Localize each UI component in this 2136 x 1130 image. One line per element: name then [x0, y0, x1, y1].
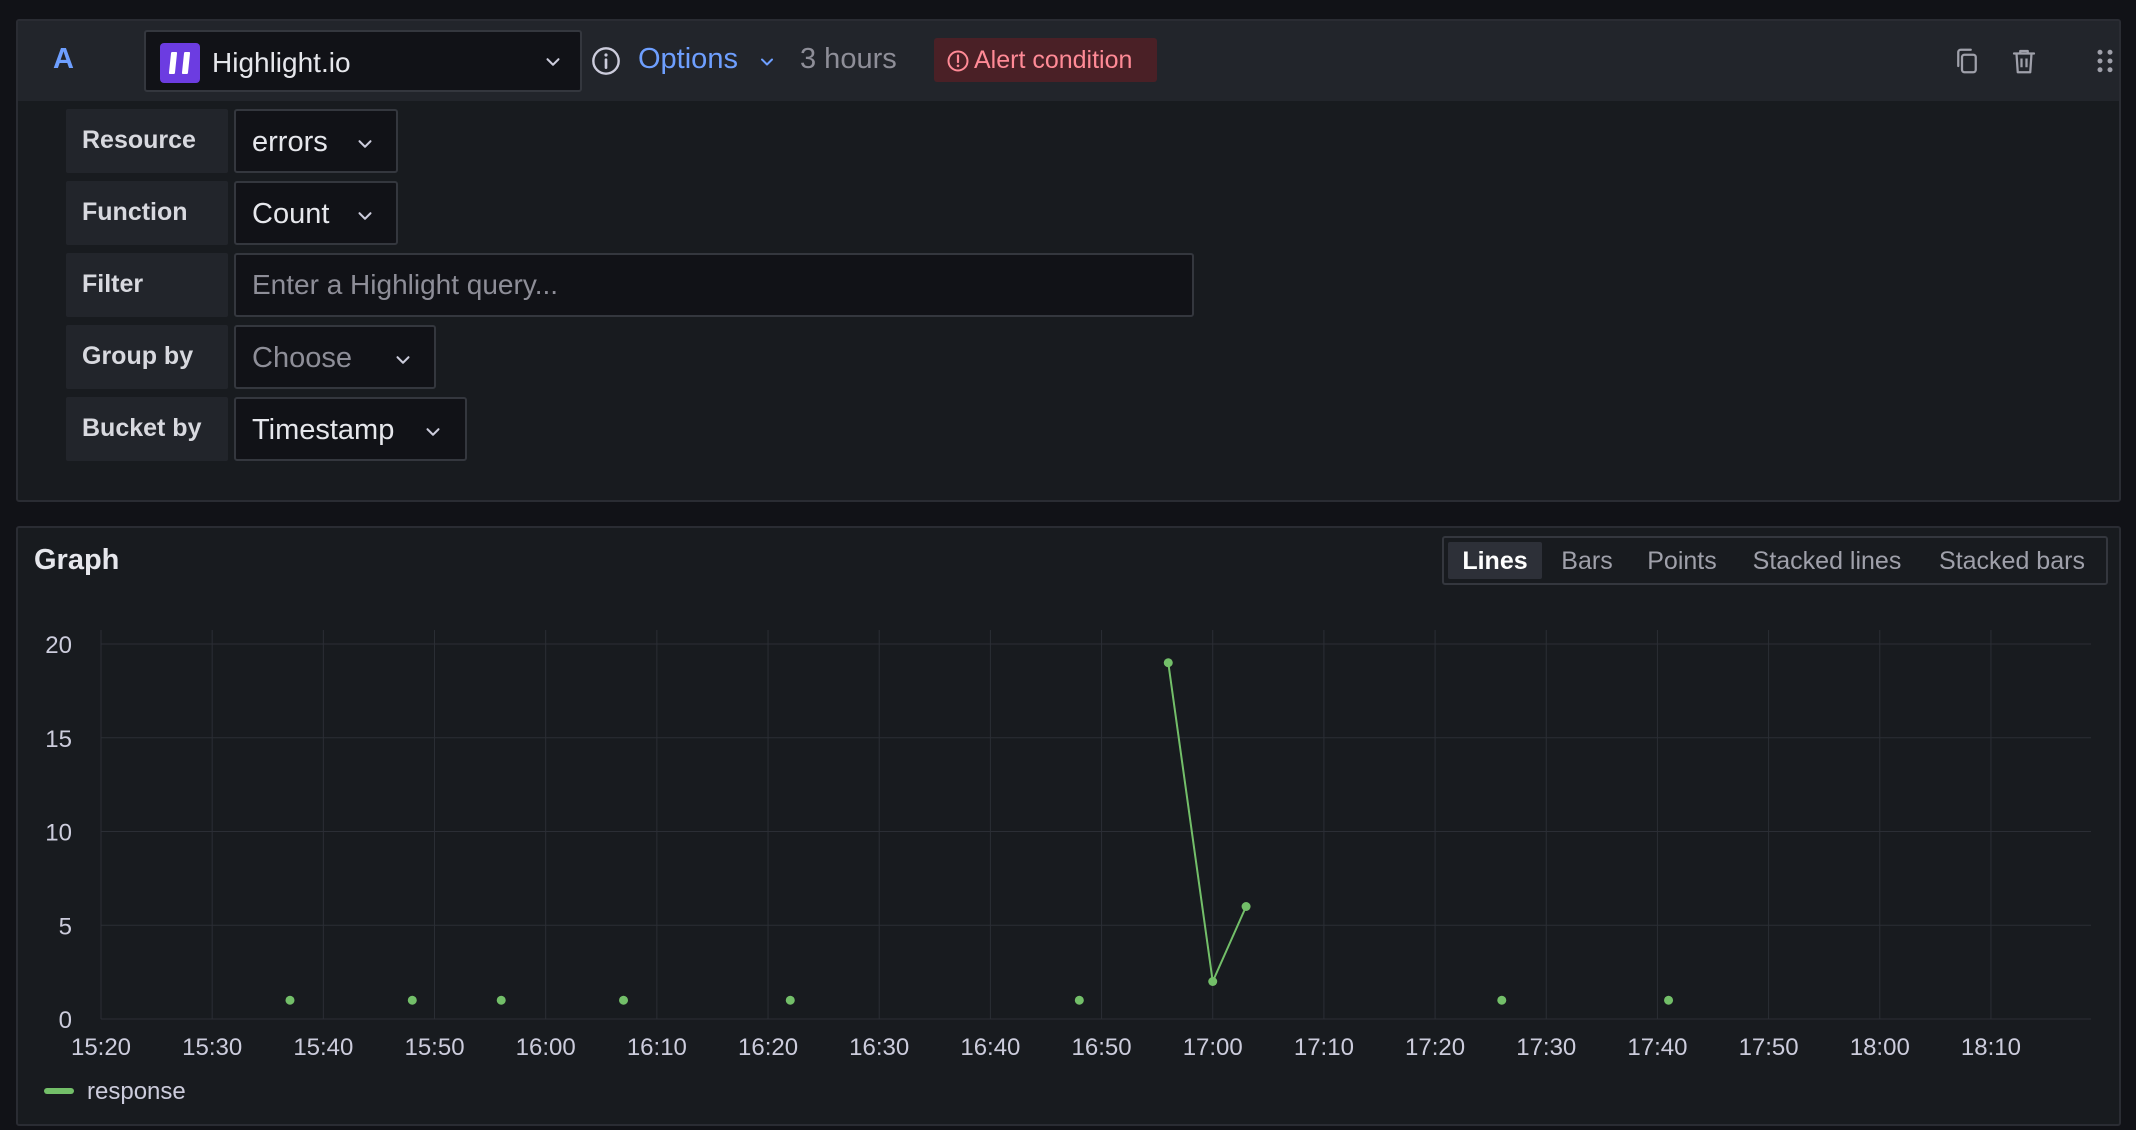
x-tick-label: 16:50 [1072, 1034, 1132, 1061]
y-tick-label: 5 [59, 913, 72, 940]
group-by-select[interactable]: Choose [234, 325, 436, 389]
viz-points-button[interactable]: Points [1632, 542, 1732, 579]
x-tick-label: 17:00 [1183, 1034, 1243, 1061]
options-toggle[interactable]: Options [638, 43, 738, 76]
group-by-placeholder: Choose [252, 342, 352, 374]
x-tick-label: 18:10 [1961, 1034, 2021, 1061]
info-icon[interactable] [590, 45, 622, 77]
bucket-by-label: Bucket by [66, 397, 228, 461]
datasource-name: Highlight.io [212, 47, 351, 78]
alert-condition-label: Alert condition [974, 46, 1133, 74]
query-editor-panel: A Highlight.io Options 3 hours Alert con… [16, 19, 2121, 502]
y-tick-label: 15 [45, 726, 72, 753]
y-tick-label: 0 [59, 1007, 72, 1034]
alert-condition-badge[interactable]: Alert condition [934, 38, 1157, 82]
resource-value: errors [252, 126, 328, 158]
graph-panel: 15:20 15:30 15:40 15:50 16:00 16:10 16:20 16:30… [16, 526, 2121, 1126]
duplicate-icon[interactable] [1952, 45, 1982, 77]
data-point [619, 995, 629, 1005]
drag-handle-icon[interactable] [2090, 45, 2120, 77]
viz-stacked-lines-button[interactable]: Stacked lines [1737, 542, 1917, 579]
filter-input[interactable] [234, 253, 1194, 317]
chevron-down-icon [358, 212, 372, 220]
legend-label: response [87, 1078, 186, 1105]
data-point [407, 995, 417, 1005]
trash-icon[interactable] [2009, 45, 2039, 77]
x-tick-label: 16:00 [516, 1034, 576, 1061]
viz-lines-button[interactable]: Lines [1448, 542, 1542, 579]
data-point [1497, 995, 1507, 1005]
resource-select[interactable]: errors [234, 109, 398, 173]
y-tick-label: 10 [45, 820, 72, 847]
x-tick-label: 16:10 [627, 1034, 687, 1061]
data-point [496, 995, 506, 1005]
data-point [285, 995, 295, 1005]
function-value: Count [252, 198, 330, 230]
x-tick-label: 17:50 [1739, 1034, 1799, 1061]
data-point [1241, 902, 1251, 911]
chevron-down-icon [546, 58, 560, 66]
data-point [1163, 658, 1173, 668]
x-tick-label: 16:40 [960, 1034, 1020, 1061]
y-tick-label: 20 [45, 632, 72, 659]
function-label: Function [66, 181, 228, 245]
highlight-logo-icon [160, 43, 200, 83]
time-range-text: 3 hours [800, 43, 897, 75]
x-tick-label: 15:40 [293, 1034, 353, 1061]
x-tick-label: 15:20 [71, 1034, 131, 1061]
function-select[interactable]: Count [234, 181, 398, 245]
query-ref-id[interactable]: A [53, 43, 74, 76]
datasource-picker[interactable]: Highlight.io [144, 30, 582, 92]
x-tick-label: 16:30 [849, 1034, 909, 1061]
data-point [1664, 995, 1674, 1005]
viz-stacked-bars-button[interactable]: Stacked bars [1922, 542, 2102, 579]
x-tick-label: 17:30 [1516, 1034, 1576, 1061]
series-line-segment [1211, 906, 1247, 982]
data-point [1074, 995, 1084, 1005]
viz-bars-button[interactable]: Bars [1547, 542, 1627, 579]
chevron-down-icon [358, 140, 372, 148]
chevron-down-icon[interactable] [757, 52, 777, 72]
series-line-segment [1167, 662, 1214, 982]
data-point [1208, 977, 1218, 986]
x-tick-label: 17:10 [1294, 1034, 1354, 1061]
graph-title: Graph [34, 544, 120, 576]
x-tick-label: 15:50 [404, 1034, 464, 1061]
x-tick-label: 15:30 [182, 1034, 242, 1061]
bucket-by-value: Timestamp [252, 414, 395, 446]
query-header: A Highlight.io Options 3 hours Alert con… [18, 21, 2119, 101]
alert-circle-icon [947, 50, 969, 72]
data-point [785, 995, 795, 1005]
legend-swatch [44, 1088, 74, 1094]
x-tick-label: 18:00 [1850, 1034, 1910, 1061]
resource-label: Resource [66, 109, 228, 173]
x-tick-label: 17:20 [1405, 1034, 1465, 1061]
x-tick-label: 16:20 [738, 1034, 798, 1061]
filter-label: Filter [66, 253, 228, 317]
x-tick-label: 17:40 [1627, 1034, 1687, 1061]
chevron-down-icon [396, 356, 410, 364]
chevron-down-icon [426, 428, 440, 436]
bucket-by-select[interactable]: Timestamp [234, 397, 467, 461]
visualization-type-toggle: Lines Bars Points Stacked lines Stacked … [1442, 536, 2108, 585]
time-series-chart[interactable]: 15:20 15:30 15:40 15:50 16:00 16:10 16:20 16:30… [18, 528, 2119, 1124]
group-by-label: Group by [66, 325, 228, 389]
